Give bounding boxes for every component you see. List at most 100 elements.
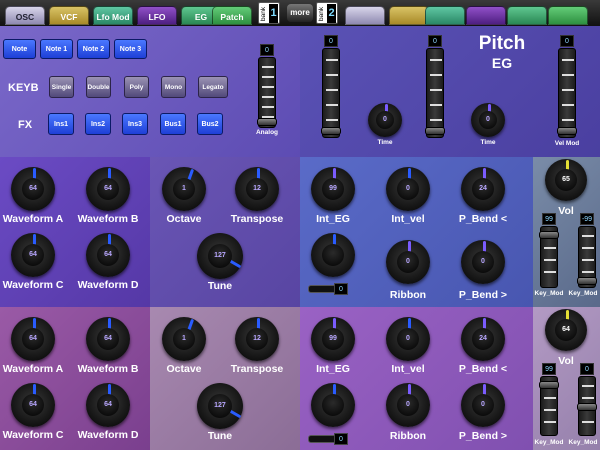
upper-tune-label: Tune <box>207 280 233 292</box>
upper-pbend-up-knob[interactable]: 24 <box>461 167 505 211</box>
upper-fader-knob[interactable] <box>311 233 355 277</box>
bank-2-label: bank <box>318 6 325 21</box>
note-1-button[interactable]: Note 1 <box>40 39 73 59</box>
lower-int-eg-label: Int_EG <box>316 363 350 375</box>
tab-patch-2[interactable] <box>548 6 588 25</box>
lower-octave-knob[interactable]: 1 <box>162 317 206 361</box>
upper-keymod-2-value: -99 <box>580 213 594 225</box>
vel-mod-slider-tick <box>562 89 574 91</box>
tab-vcf[interactable]: VCF <box>49 6 89 25</box>
pitch-eg-slider-tick <box>430 59 442 61</box>
lower-pbend-dn-knob[interactable]: 0 <box>461 383 505 427</box>
upper-int-eg-value: 99 <box>321 177 345 201</box>
tab-lfo-mod[interactable]: Lfo Mod <box>93 6 133 25</box>
keymod-slider-thumb[interactable] <box>577 403 597 411</box>
tab-osc[interactable]: OSC <box>5 6 45 25</box>
upper-waveform-b-knob[interactable]: 64 <box>86 167 130 211</box>
upper-pbend-dn-knob[interactable]: 0 <box>461 240 505 284</box>
lower-fader-knob[interactable] <box>311 383 355 427</box>
pitch-eg-subtitle: EG <box>491 55 513 71</box>
more-button[interactable]: more <box>287 4 313 22</box>
tab-eg-2[interactable] <box>507 6 547 25</box>
lower-pbend-up-knob[interactable]: 24 <box>461 317 505 361</box>
upper-int-eg-knob[interactable]: 99 <box>311 167 355 211</box>
analog-slider[interactable]: 0 <box>257 44 277 128</box>
keymod-slider-thumb[interactable] <box>577 277 597 285</box>
pitch-eg-slider-tick <box>326 104 338 106</box>
upper-keymod-slider-2[interactable]: -99 <box>577 213 597 288</box>
lower-int-vel-knob[interactable]: 0 <box>386 317 430 361</box>
upper-octave-label: Octave <box>166 213 202 225</box>
double-button[interactable]: Double <box>86 76 111 98</box>
ins1-button[interactable]: Ins1 <box>48 113 74 135</box>
keymod-slider-tick <box>582 397 594 399</box>
vel-mod-value: 0 <box>560 35 574 47</box>
tab-vcf-2[interactable] <box>389 6 429 25</box>
upper-waveform-a-knob[interactable]: 64 <box>11 167 55 211</box>
tab-osc-2[interactable] <box>345 6 385 25</box>
upper-transpose-knob[interactable]: 12 <box>235 167 279 211</box>
analog-slider-thumb[interactable] <box>257 118 277 126</box>
pitch-eg-time-1-knob[interactable]: 0 <box>368 103 402 137</box>
upper-ribbon-knob[interactable]: 0 <box>386 240 430 284</box>
lower-h-fader[interactable]: 0 <box>308 433 348 445</box>
analog-label: Analog <box>255 129 279 136</box>
keymod-slider-tick <box>582 421 594 423</box>
tab-patch[interactable]: Patch <box>212 6 252 25</box>
lower-waveform-b-knob[interactable]: 64 <box>86 317 130 361</box>
vel-mod-slider-thumb[interactable] <box>557 127 577 135</box>
mono-button[interactable]: Mono <box>161 76 186 98</box>
ins3-button[interactable]: Ins3 <box>122 113 148 135</box>
bus1-button[interactable]: Bus1 <box>160 113 186 135</box>
analog-slider-tick <box>262 86 274 88</box>
upper-waveform-a-label: Waveform A <box>2 213 64 225</box>
vel-mod-slider[interactable]: 0 <box>557 35 577 138</box>
tab-lfo-2[interactable] <box>466 6 506 25</box>
lower-int-eg-knob[interactable]: 99 <box>311 317 355 361</box>
lower-pbend-up-value: 24 <box>471 327 495 351</box>
pitch-eg-slider-2-thumb[interactable] <box>425 127 445 135</box>
lower-octave-label: Octave <box>166 363 202 375</box>
upper-vol-knob[interactable]: 65 <box>545 159 587 201</box>
keymod-slider-thumb[interactable] <box>539 381 559 389</box>
lower-ribbon-knob[interactable]: 0 <box>386 383 430 427</box>
poly-button[interactable]: Poly <box>124 76 149 98</box>
lower-vol-knob[interactable]: 64 <box>545 309 587 351</box>
single-button[interactable]: Single <box>49 76 74 98</box>
lower-waveform-c-knob[interactable]: 64 <box>11 383 55 427</box>
analog-slider-tick <box>262 106 274 108</box>
pitch-eg-time-2-knob[interactable]: 0 <box>471 103 505 137</box>
note-2-button[interactable]: Note 2 <box>77 39 110 59</box>
lower-pbend-dn-value: 0 <box>471 393 495 417</box>
upper-int-vel-knob[interactable]: 0 <box>386 167 430 211</box>
upper-keymod-2-label: Key_Mod <box>568 290 598 297</box>
lower-transpose-knob[interactable]: 12 <box>235 317 279 361</box>
lower-tune-knob[interactable]: 127 <box>197 383 243 429</box>
bank-2-selector[interactable]: bank 2 <box>316 2 338 24</box>
lower-tune-value: 127 <box>208 394 232 418</box>
pitch-eg-slider-1-thumb[interactable] <box>321 127 341 135</box>
upper-h-fader[interactable]: 0 <box>308 283 348 295</box>
legato-button[interactable]: Legato <box>198 76 228 98</box>
ins2-button[interactable]: Ins2 <box>85 113 111 135</box>
pitch-eg-slider-2[interactable]: 0 <box>425 35 445 138</box>
lower-waveform-a-knob[interactable]: 64 <box>11 317 55 361</box>
upper-octave-knob[interactable]: 1 <box>162 167 206 211</box>
bus2-button[interactable]: Bus2 <box>197 113 223 135</box>
lower-keymod-slider-2[interactable]: 0 <box>577 363 597 436</box>
lower-keymod-2-value: 0 <box>580 363 594 375</box>
pitch-eg-slider-tick <box>430 74 442 76</box>
upper-keymod-slider-1[interactable]: 99 <box>539 213 559 288</box>
bank-1-selector[interactable]: bank 1 <box>258 2 280 24</box>
tab-lfo[interactable]: LFO <box>137 6 177 25</box>
tab-lfo-mod-2[interactable] <box>425 6 465 25</box>
upper-tune-knob[interactable]: 127 <box>197 233 243 279</box>
lower-keymod-slider-1[interactable]: 99 <box>539 363 559 436</box>
note-button[interactable]: Note <box>3 39 36 59</box>
lower-waveform-d-knob[interactable]: 64 <box>86 383 130 427</box>
upper-waveform-c-knob[interactable]: 64 <box>11 233 55 277</box>
keymod-slider-thumb[interactable] <box>539 231 559 239</box>
pitch-eg-slider-1[interactable]: 0 <box>321 35 341 138</box>
upper-waveform-d-knob[interactable]: 64 <box>86 233 130 277</box>
note-3-button[interactable]: Note 3 <box>114 39 147 59</box>
